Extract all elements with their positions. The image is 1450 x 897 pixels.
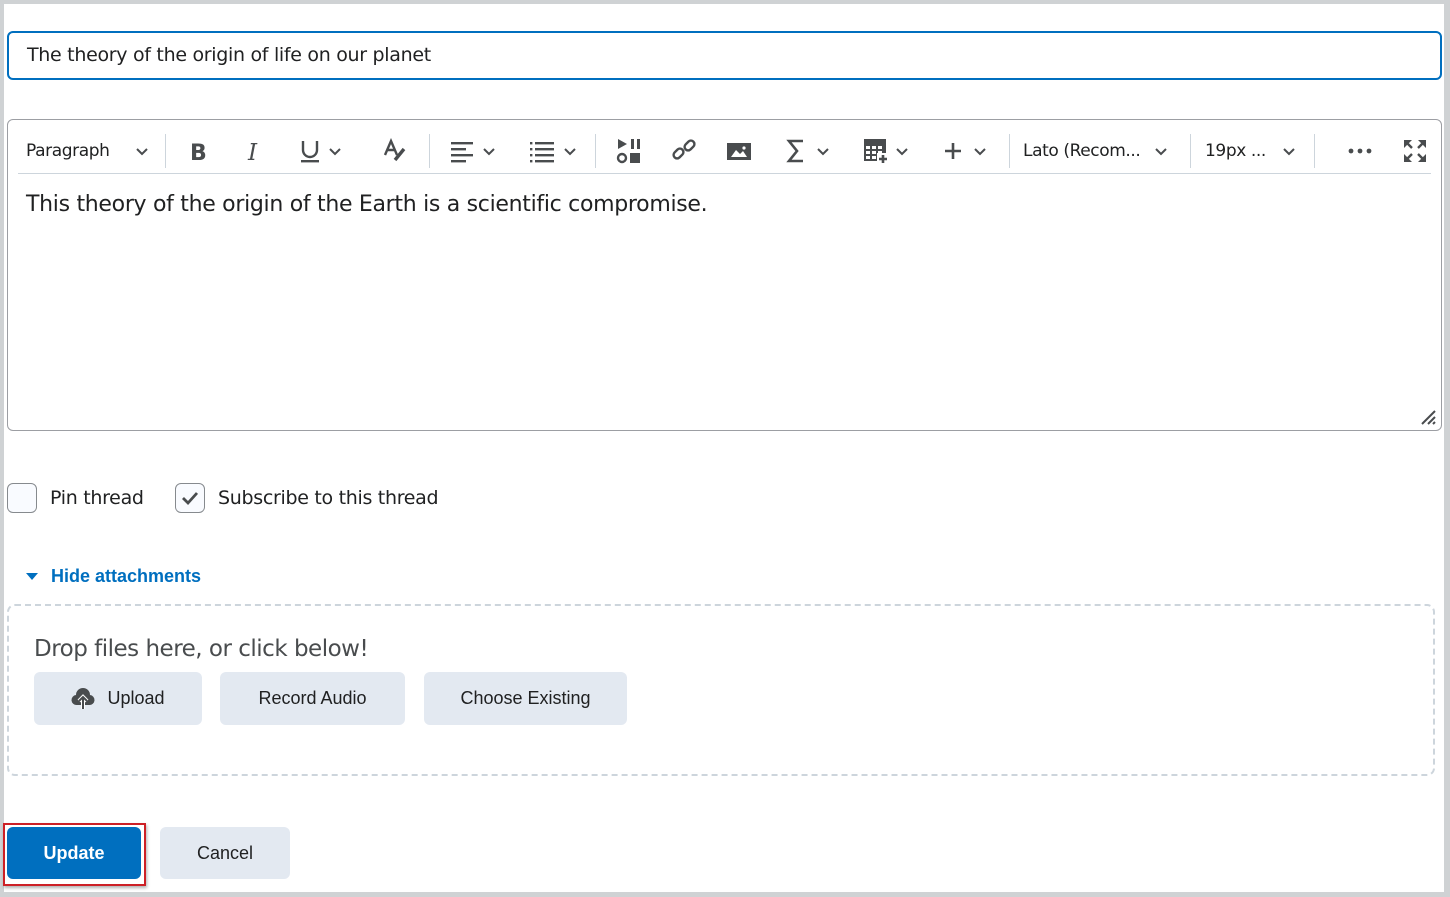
toolbar-divider (595, 134, 596, 168)
subscribe-option[interactable]: Subscribe to this thread (175, 483, 439, 513)
chevron-down-icon (564, 148, 576, 156)
font-size-label: 19px ... (1205, 141, 1266, 161)
fullscreen-button[interactable] (1403, 131, 1427, 171)
insert-stuff-dropdown[interactable] (943, 131, 987, 171)
align-left-icon (451, 142, 473, 163)
list-dropdown[interactable] (529, 131, 577, 171)
checkmark-icon (182, 492, 199, 506)
insert-link-button[interactable] (671, 131, 697, 171)
chevron-down-icon (1283, 148, 1295, 156)
link-icon (672, 139, 696, 160)
bulleted-list-icon (530, 142, 554, 163)
italic-button[interactable]: I (242, 131, 266, 171)
font-size-dropdown[interactable]: 19px ... (1205, 131, 1296, 171)
update-button[interactable]: Update (7, 827, 141, 879)
chevron-down-icon (817, 148, 829, 156)
chevron-down-icon (483, 148, 495, 156)
equation-dropdown[interactable] (786, 131, 830, 171)
drop-zone-text: Drop files here, or click below! (34, 636, 369, 662)
bold-button[interactable]: B (186, 131, 210, 171)
bold-icon: B (190, 141, 207, 163)
italic-icon: I (247, 140, 258, 163)
cancel-button[interactable]: Cancel (160, 827, 290, 879)
font-family-dropdown[interactable]: Lato (Recom... (1023, 131, 1168, 171)
subscribe-label: Subscribe to this thread (218, 487, 439, 509)
toolbar-divider (429, 134, 430, 168)
toolbar-divider (1009, 134, 1010, 168)
more-options-button[interactable] (1348, 131, 1372, 171)
plus-icon (945, 143, 961, 159)
svg-text:B: B (190, 141, 207, 163)
pin-thread-label: Pin thread (50, 487, 144, 509)
underline-icon (301, 141, 319, 163)
chevron-down-icon (974, 148, 986, 156)
rich-text-editor[interactable]: Paragraph B I Lato (Recom... 19px ... Th… (7, 119, 1442, 431)
text-style-icon (383, 138, 406, 162)
record-audio-label: Record Audio (258, 688, 367, 708)
update-label: Update (43, 842, 105, 863)
subscribe-checkbox[interactable] (175, 483, 205, 513)
hide-attachments-label: Hide attachments (51, 566, 202, 586)
ellipsis-icon (1348, 148, 1372, 154)
toolbar-divider (1190, 134, 1191, 168)
pin-thread-checkbox[interactable] (7, 483, 37, 513)
upload-button[interactable]: Upload (34, 672, 202, 725)
upload-label: Upload (107, 688, 165, 708)
title-input[interactable]: The theory of the origin of life on our … (7, 31, 1442, 80)
editor-content[interactable]: This theory of the origin of the Earth i… (26, 192, 708, 217)
cancel-label: Cancel (196, 842, 254, 863)
align-dropdown[interactable] (450, 131, 496, 171)
table-icon (864, 139, 889, 164)
cloud-upload-icon (71, 687, 95, 709)
record-audio-button[interactable]: Record Audio (220, 672, 405, 725)
chevron-down-icon (329, 148, 341, 156)
caret-down-icon (26, 573, 38, 580)
hide-attachments-toggle[interactable]: Hide attachments (26, 566, 201, 587)
block-format-label: Paragraph (26, 141, 110, 161)
pin-thread-option[interactable]: Pin thread (7, 483, 144, 513)
media-icon (616, 139, 640, 164)
chevron-down-icon (1155, 148, 1168, 156)
insert-media-button[interactable] (616, 131, 642, 171)
svg-text:I: I (247, 140, 258, 163)
chevron-down-icon (896, 148, 908, 156)
choose-existing-button[interactable]: Choose Existing (424, 672, 627, 725)
text-format-button[interactable] (382, 131, 408, 171)
editor-toolbar: Paragraph B I Lato (Recom... 19px ... (18, 128, 1431, 174)
choose-existing-label: Choose Existing (460, 688, 591, 708)
image-icon (727, 143, 751, 160)
toolbar-divider (1314, 134, 1315, 168)
block-format-dropdown[interactable]: Paragraph (26, 131, 149, 171)
font-family-label: Lato (Recom... (1023, 141, 1141, 161)
toolbar-divider (165, 134, 166, 168)
sigma-icon (786, 139, 803, 163)
table-dropdown[interactable] (863, 131, 909, 171)
resize-handle-icon[interactable] (1419, 408, 1437, 426)
insert-image-button[interactable] (726, 131, 752, 171)
fullscreen-icon (1404, 140, 1426, 162)
underline-dropdown[interactable] (298, 131, 342, 171)
chevron-down-icon (136, 148, 149, 156)
